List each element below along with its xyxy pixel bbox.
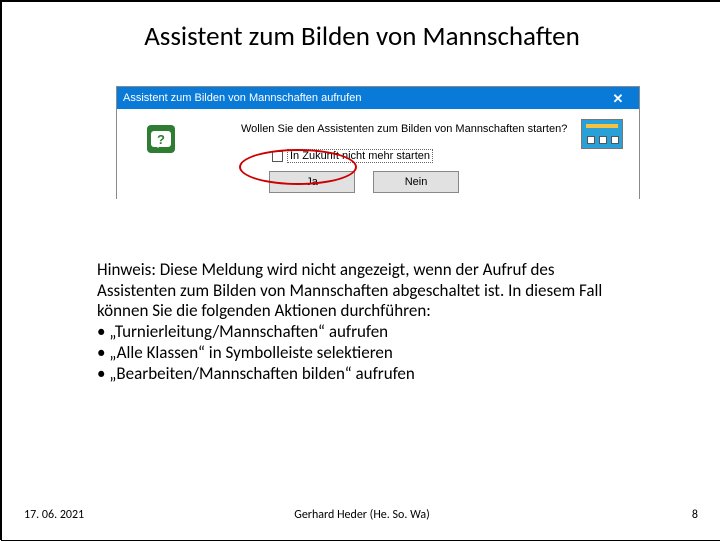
checkbox-icon [272,151,283,162]
note-bullet: • „Alle Klassen“ in Symbolleiste selekti… [97,343,657,364]
dialog-message: Wollen Sie den Assistenten zum Bilden vo… [241,123,567,135]
page-title: Assistent zum Bilden von Mannschaften [2,20,720,53]
no-button[interactable]: Nein [373,171,459,193]
question-glyph: ? [151,131,171,147]
dont-show-checkbox[interactable]: In Zukunft nicht mehr starten [272,149,433,163]
checkbox-label: In Zukunft nicht mehr starten [287,149,433,163]
dialog-window: Assistent zum Bilden von Mannschaften au… [116,86,640,199]
yes-button-label: Ja [306,176,318,188]
slide: Assistent zum Bilden von Mannschaften As… [2,2,720,542]
app-icon [581,119,623,149]
note-bullet: • „Bearbeiten/Mannschaften bilden“ aufru… [97,364,657,385]
question-icon: ? [147,125,175,153]
note-line: Assistenten zum Bilden von Mannschaften … [97,281,657,302]
dialog-titlebar-text: Assistent zum Bilden von Mannschaften au… [123,92,361,104]
note-line: Hinweis: Diese Meldung wird nicht angeze… [97,260,657,281]
footer-author: Gerhard Heder (He. So. Wa) [2,508,720,522]
note-bullet: • „Turnierleitung/Mannschaften“ aufrufen [97,322,657,343]
dialog-buttons: Ja Nein [269,171,459,193]
dialog-body: ? Wollen Sie den Assistenten zum Bilden … [117,109,639,200]
yes-button[interactable]: Ja [269,171,355,193]
close-button[interactable]: ✕ [601,89,635,107]
no-button-label: Nein [405,176,428,188]
footer-page: 8 [692,508,698,522]
dialog-titlebar: Assistent zum Bilden von Mannschaften au… [117,87,639,109]
note-line: können Sie die folgenden Aktionen durchf… [97,301,657,322]
close-icon: ✕ [613,92,624,105]
note-text: Hinweis: Diese Meldung wird nicht angeze… [97,260,657,384]
